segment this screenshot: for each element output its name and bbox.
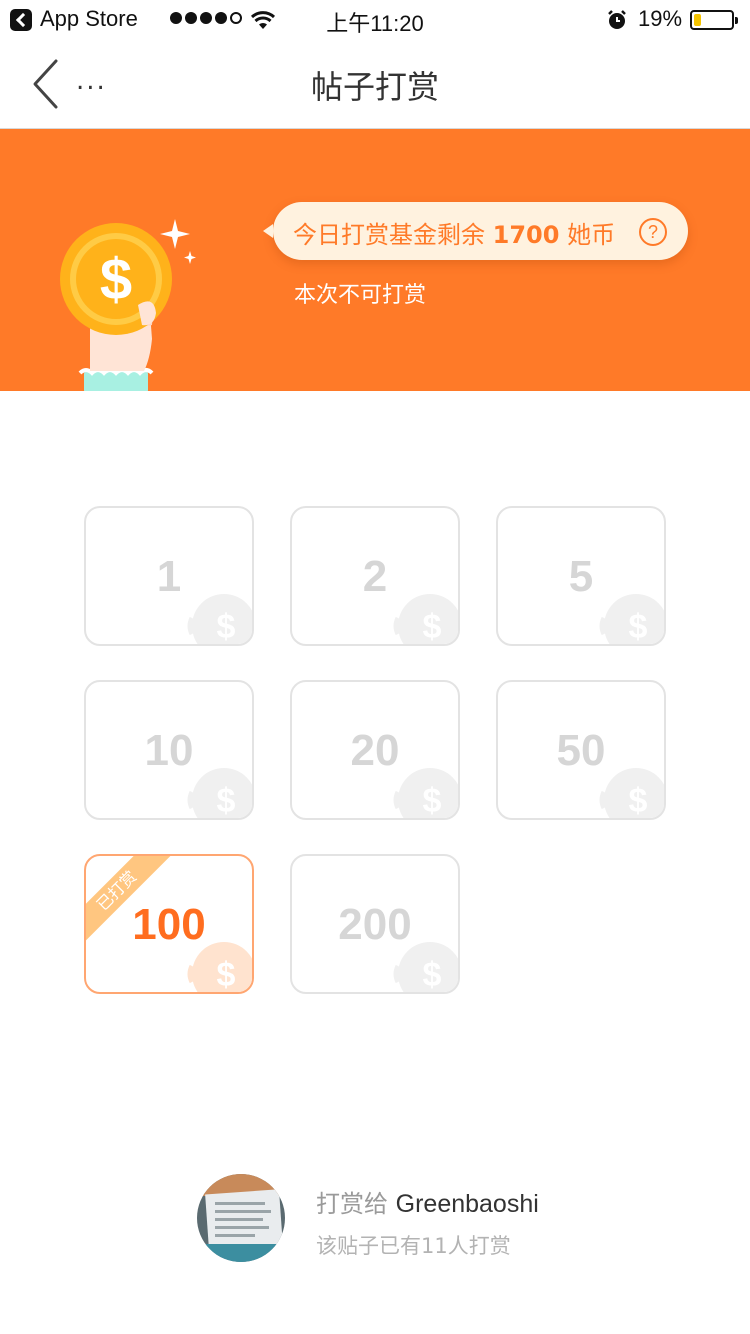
help-question-icon[interactable]: ? — [639, 218, 667, 246]
reward-banner: $ 今日打赏基金剩余 1700 她币 ? 本次不可打赏 — [0, 129, 750, 391]
svg-text:$: $ — [423, 608, 442, 646]
reward-recipient-line: 打赏给 Greenbaoshi — [316, 1184, 539, 1219]
svg-text:$: $ — [100, 247, 132, 312]
battery-percent: 19% — [638, 6, 683, 31]
amount-tile[interactable]: 5 $ — [496, 506, 666, 646]
fund-label: 今日打赏基金剩余 — [293, 221, 485, 249]
amount-tile[interactable]: 10 $ — [84, 680, 254, 820]
svg-text:$: $ — [629, 608, 648, 646]
reward-count-text: 该贴子已有11人打赏 — [316, 1234, 511, 1258]
svg-text:$: $ — [217, 956, 236, 994]
coin-watermark-icon: $ — [187, 594, 252, 646]
coin-watermark-icon: $ — [599, 768, 664, 820]
recipient-avatar[interactable] — [197, 1174, 285, 1262]
amount-tile[interactable]: 2 $ — [290, 506, 460, 646]
svg-text:$: $ — [423, 782, 442, 820]
amount-tile[interactable]: 100 $ 已打赏 — [84, 854, 254, 994]
svg-text:$: $ — [629, 782, 648, 820]
nav-bar: ... 帖子打赏 — [0, 40, 750, 129]
reward-to-label: 打赏给 — [316, 1190, 388, 1218]
battery-level — [694, 14, 701, 26]
recipient-name[interactable]: Greenbaoshi — [396, 1190, 539, 1218]
coin-watermark-icon: $ — [393, 594, 458, 646]
coin-watermark-icon: $ — [599, 594, 664, 646]
svg-text:$: $ — [217, 782, 236, 820]
coin-watermark-icon: $ — [187, 942, 252, 994]
coin-watermark-icon: $ — [187, 768, 252, 820]
avatar-image — [197, 1174, 285, 1262]
amount-tile[interactable]: 1 $ — [84, 506, 254, 646]
alarm-icon — [608, 10, 626, 29]
amount-tile[interactable]: 50 $ — [496, 680, 666, 820]
reward-unavailable-note: 本次不可打赏 — [294, 283, 427, 308]
amount-tile[interactable]: 200 $ — [290, 854, 460, 994]
coin-watermark-icon: $ — [393, 942, 458, 994]
amount-tile[interactable]: 20 $ — [290, 680, 460, 820]
fund-balance-bubble: 今日打赏基金剩余 1700 她币 ? — [263, 202, 688, 260]
page-title: 帖子打赏 — [310, 68, 439, 106]
coin-in-hand-illustration: $ — [60, 219, 196, 391]
fund-amount: 1700 — [492, 221, 560, 249]
svg-text:$: $ — [423, 956, 442, 994]
coin-watermark-icon: $ — [393, 768, 458, 820]
svg-text:$: $ — [217, 608, 236, 646]
status-bar: App Store 上午11:20 19% — [0, 0, 750, 40]
battery-icon — [690, 10, 738, 30]
fund-unit: 她币 — [567, 221, 616, 249]
